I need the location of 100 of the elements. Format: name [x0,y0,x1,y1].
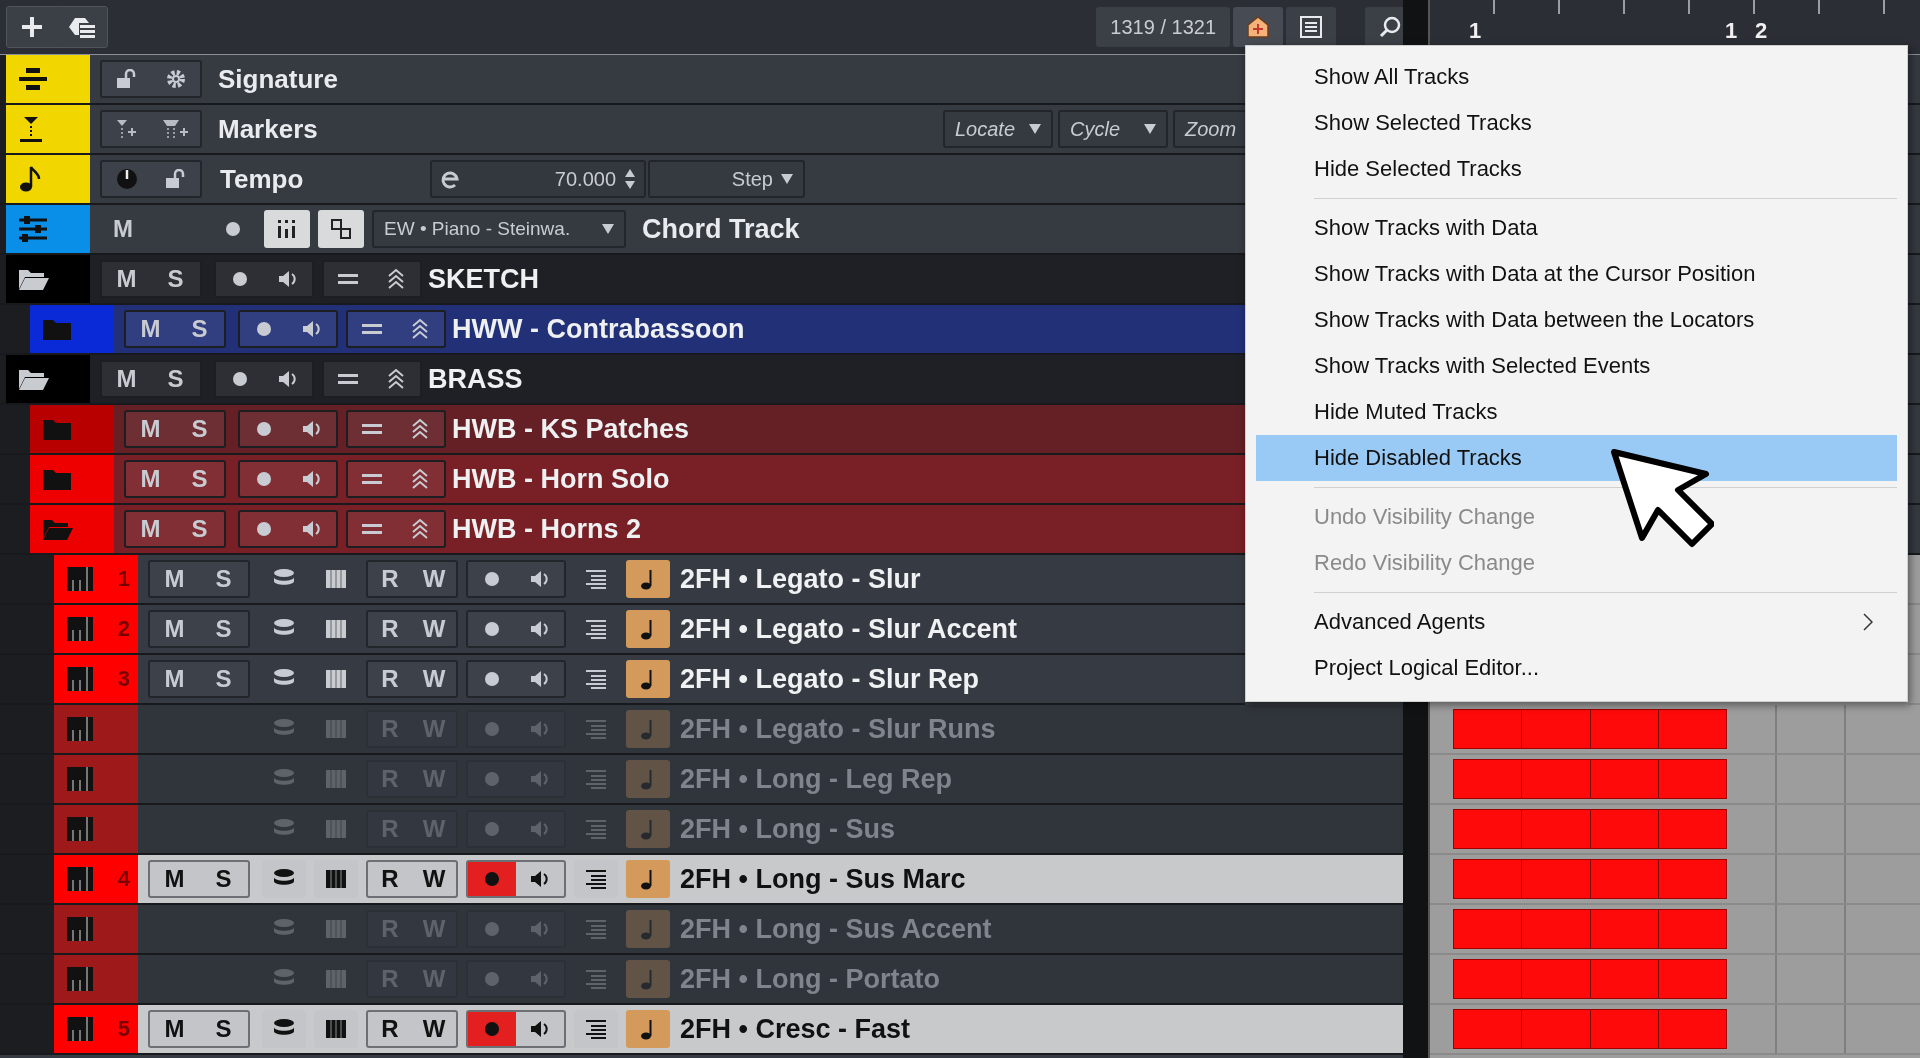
solo-button[interactable]: S [199,862,248,896]
menu-item[interactable]: Show Tracks with Data between the Locators [1256,297,1897,343]
folder-track-row[interactable]: M S HWB - KS Patches [0,405,1245,455]
piano-button[interactable] [314,860,358,898]
midi-track-row[interactable]: 3 M S R W 2FH • Legato - Slur Rep [0,655,1245,705]
midi-track-row[interactable]: 2 M S R W 2FH • Legato - Slur Accent [0,605,1245,655]
folder-track-row[interactable]: M S HWB - Horns 2 [0,505,1245,555]
arrangement-lane[interactable] [1430,755,1920,805]
marker-dropdown[interactable]: Locate [943,110,1053,148]
mute-button[interactable]: M [100,210,146,248]
read-button[interactable]: R [368,1012,412,1046]
menu-item[interactable]: Show Tracks with Data at the Cursor Position [1256,251,1897,297]
solo-button[interactable]: S [199,562,248,596]
menu-item[interactable]: Show All Tracks [1256,54,1897,100]
list-view-button[interactable] [1286,7,1336,47]
menu-item[interactable]: Project Logical Editor... [1256,645,1897,691]
track-row[interactable]: Markers Locate Cycle Zoom [0,105,1245,155]
arrangement-lane[interactable] [1430,955,1920,1005]
piano-button[interactable] [314,1010,358,1048]
arrangement-lane[interactable] [1430,855,1920,905]
write-button[interactable]: W [412,612,456,646]
stack-button[interactable] [262,1010,306,1048]
write-button[interactable]: W [412,862,456,896]
speaker-icon [529,919,551,939]
marker-dropdown[interactable]: Cycle [1058,110,1168,148]
solo-button[interactable]: S [199,662,248,696]
tempo-field[interactable]: 70.000 [430,160,646,198]
folder-track-row[interactable]: M S SKETCH [0,255,1245,305]
mute-button[interactable]: M [126,512,175,546]
marker-dropdown[interactable]: Zoom [1173,110,1245,148]
menu-item[interactable]: Show Selected Tracks [1256,100,1897,146]
arrangement-lane[interactable] [1430,1005,1920,1055]
record-icon [483,570,501,588]
track-row[interactable]: M EW • Piano - Steinwa. Chord Track [0,205,1245,255]
piano-icon [325,619,347,639]
mute-button[interactable]: M [150,562,199,596]
open-folder-icon[interactable] [18,367,50,391]
open-folder-icon[interactable] [18,267,50,291]
solo-button[interactable]: S [175,312,224,346]
track-number: 1 [117,566,130,592]
folder-track-row[interactable]: M S HWW - Contrabassoon [0,305,1245,355]
mute-button[interactable]: M [150,662,199,696]
menu-item[interactable]: Hide Selected Tracks [1256,146,1897,192]
read-button[interactable]: R [368,862,412,896]
mute-button[interactable]: M [126,462,175,496]
folder-track-row[interactable]: M S BRASS [0,355,1245,405]
list-button[interactable] [574,1010,618,1048]
midi-track-row[interactable]: 4 M S R W 2FH • Long - Sus Marc [0,855,1403,905]
mute-button[interactable]: M [150,1012,199,1046]
read-button[interactable]: R [368,662,412,696]
write-button[interactable]: W [412,662,456,696]
instrument-dropdown[interactable]: EW • Piano - Steinwa. [372,210,626,248]
arrangement-lane[interactable] [1430,805,1920,855]
mute-button[interactable]: M [150,612,199,646]
mute-button[interactable]: M [126,312,175,346]
record-button[interactable] [468,1012,516,1046]
note-button[interactable] [626,860,670,898]
record-button[interactable] [468,862,516,896]
menu-item[interactable]: Hide Muted Tracks [1256,389,1897,435]
list-button[interactable] [574,860,618,898]
folder-icon[interactable] [42,467,72,491]
mute-button[interactable]: M [102,262,151,296]
write-button[interactable]: W [412,1012,456,1046]
menu-item[interactable]: Hide Disabled Tracks [1256,435,1897,481]
solo-button[interactable]: S [175,462,224,496]
folder-track-row[interactable]: M S HWB - Horn Solo [0,455,1245,505]
mute-button[interactable]: M [126,412,175,446]
solo-button[interactable]: S [175,512,224,546]
solo-button[interactable]: S [199,1012,248,1046]
tempo-mode-dropdown[interactable]: Step [648,160,805,198]
arrangement-lane[interactable] [1430,705,1920,755]
midi-track-row[interactable]: 1 M S R W 2FH • Legato - Slur [0,555,1245,605]
write-button[interactable]: W [412,562,456,596]
solo-button[interactable]: S [175,412,224,446]
menu-item[interactable]: Show Tracks with Selected Events [1256,343,1897,389]
mute-button[interactable]: M [102,362,151,396]
solo-button[interactable]: S [199,612,248,646]
mute-button[interactable]: M [150,862,199,896]
track-visibility-button[interactable] [1233,7,1283,47]
folder-icon[interactable] [42,417,72,441]
stack-button[interactable] [262,860,306,898]
midi-track-row[interactable]: 5 M S R W 2FH • Cresc - Fast [0,1005,1403,1055]
note-button[interactable] [626,1010,670,1048]
read-button[interactable]: R [368,562,412,596]
squares-icon [330,218,352,240]
read-button[interactable]: R [368,612,412,646]
chevron-right-icon [1863,613,1873,631]
note-button[interactable] [626,660,670,698]
note-button[interactable] [626,560,670,598]
track-name: HWB - Horn Solo [452,463,670,495]
menu-item[interactable]: Advanced Agents [1256,599,1897,645]
chord-editor-button[interactable] [264,210,310,248]
note-button[interactable] [626,610,670,648]
track-row[interactable]: Tempo 70.000 Step [0,155,1245,205]
solo-button[interactable]: S [151,362,200,396]
arrangement-lane[interactable] [1430,905,1920,955]
track-row[interactable]: Signature [0,55,1245,105]
voicing-button[interactable] [318,210,364,248]
menu-item[interactable]: Show Tracks with Data [1256,205,1897,251]
solo-button[interactable]: S [151,262,200,296]
